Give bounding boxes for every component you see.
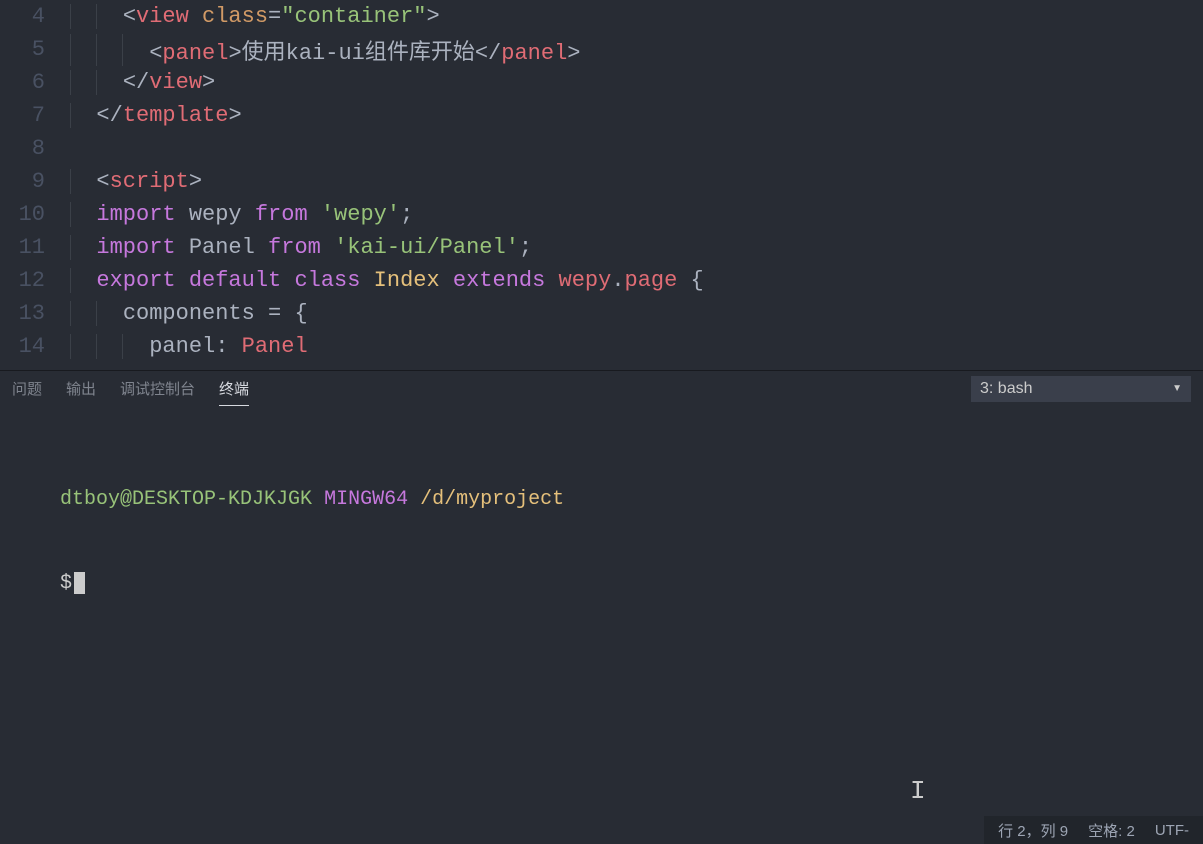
line-number: 14 — [0, 334, 70, 359]
code-content: </template> — [70, 103, 242, 128]
code-line[interactable]: 7 </template> — [0, 99, 1203, 132]
code-line[interactable]: 8 — [0, 132, 1203, 165]
terminal[interactable]: dtboy@DESKTOP-KDJKJGK MINGW64 /d/myproje… — [0, 406, 1203, 816]
code-line[interactable]: 11 import Panel from 'kai-ui/Panel'; — [0, 231, 1203, 264]
code-content: <script> — [70, 169, 202, 194]
terminal-user: dtboy@DESKTOP-KDJKJGK — [60, 488, 312, 511]
code-line[interactable]: 10 import wepy from 'wepy'; — [0, 198, 1203, 231]
terminal-path: /d/myproject — [420, 488, 564, 511]
line-number: 9 — [0, 169, 70, 194]
status-bar: 行 2，列 9 空格: 2 UTF- — [984, 816, 1203, 844]
code-line[interactable]: 6 </view> — [0, 66, 1203, 99]
line-number: 10 — [0, 202, 70, 227]
line-number: 11 — [0, 235, 70, 260]
terminal-cursor — [74, 572, 85, 594]
terminal-select-label: 3: bash — [980, 380, 1032, 398]
terminal-prompt-line: dtboy@DESKTOP-KDJKJGK MINGW64 /d/myproje… — [12, 458, 1191, 542]
code-line[interactable]: 4 <view class="container"> — [0, 0, 1203, 33]
code-content: import Panel from 'kai-ui/Panel'; — [70, 235, 532, 260]
code-content: import wepy from 'wepy'; — [70, 202, 413, 227]
terminal-input-line[interactable]: $ — [12, 542, 1191, 626]
panel-tab[interactable]: 终端 — [219, 372, 249, 406]
text-cursor-icon: I — [910, 776, 926, 806]
panel-tab[interactable]: 输出 — [66, 372, 96, 405]
line-number: 12 — [0, 268, 70, 293]
terminal-prompt-symbol: $ — [60, 572, 72, 595]
code-content: components = { — [70, 301, 308, 326]
line-number: 8 — [0, 136, 70, 161]
line-number: 5 — [0, 37, 70, 62]
code-content: <view class="container"> — [70, 4, 440, 29]
panel-tab[interactable]: 问题 — [12, 372, 42, 405]
status-indent[interactable]: 空格: 2 — [1088, 820, 1135, 841]
status-encoding[interactable]: UTF- — [1155, 822, 1189, 839]
chevron-down-icon: ▼ — [1172, 383, 1182, 394]
code-editor[interactable]: 4 <view class="container">5 <panel>使用kai… — [0, 0, 1203, 370]
code-line[interactable]: 14 panel: Panel — [0, 330, 1203, 363]
panel-tabs: 问题输出调试控制台终端 3: bash ▼ — [0, 370, 1203, 406]
code-line[interactable]: 13 components = { — [0, 297, 1203, 330]
code-line[interactable]: 9 <script> — [0, 165, 1203, 198]
line-number: 4 — [0, 4, 70, 29]
code-content: <panel>使用kai-ui组件库开始</panel> — [70, 34, 580, 66]
code-line[interactable]: 12 export default class Index extends we… — [0, 264, 1203, 297]
status-position[interactable]: 行 2，列 9 — [998, 820, 1068, 841]
line-number: 13 — [0, 301, 70, 326]
code-content: panel: Panel — [70, 334, 308, 359]
code-content: </view> — [70, 70, 215, 95]
line-number: 7 — [0, 103, 70, 128]
code-line[interactable]: 5 <panel>使用kai-ui组件库开始</panel> — [0, 33, 1203, 66]
panel-tab[interactable]: 调试控制台 — [120, 372, 195, 405]
code-content: export default class Index extends wepy.… — [70, 268, 704, 293]
terminal-dropdown[interactable]: 3: bash ▼ — [971, 376, 1191, 402]
line-number: 6 — [0, 70, 70, 95]
terminal-env: MINGW64 — [324, 488, 408, 511]
